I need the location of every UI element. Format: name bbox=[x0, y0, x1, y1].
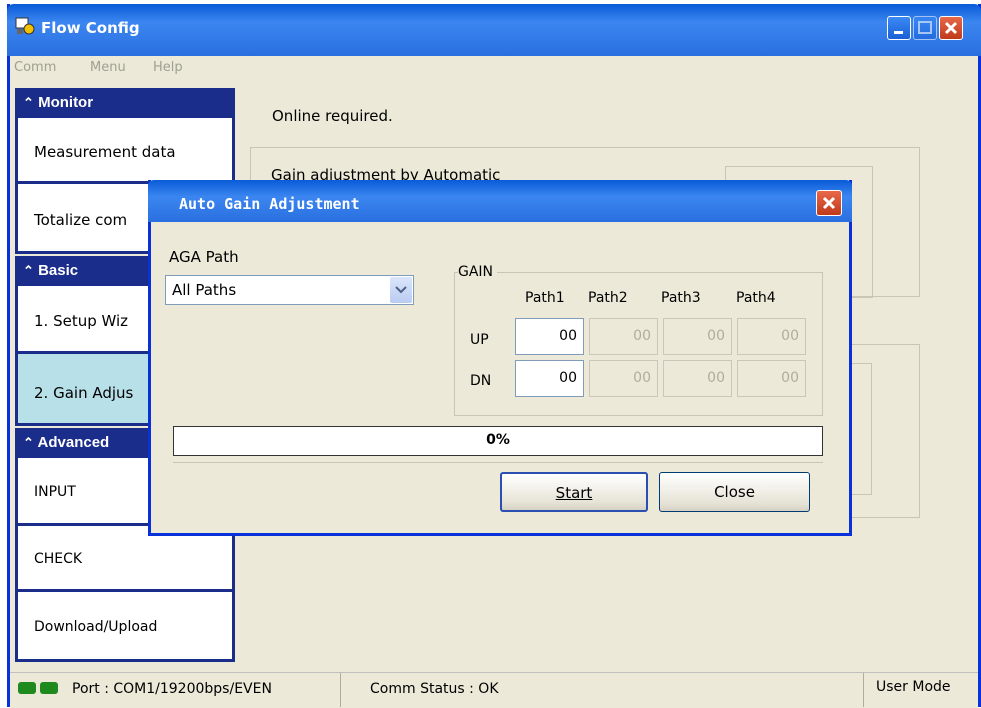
row-label-dn: DN bbox=[470, 373, 492, 389]
aga-path-label: AGA Path bbox=[169, 248, 239, 266]
progress-text: 0% bbox=[486, 432, 510, 448]
column-header: Path2 bbox=[588, 290, 628, 306]
dialog-close-icon[interactable] bbox=[816, 190, 842, 216]
gain-up-path4-field: 00 bbox=[737, 318, 806, 355]
sidebar-item-label: 1. Setup Wiz bbox=[34, 312, 129, 330]
status-led-icon bbox=[18, 682, 36, 694]
sidebar-item-label: 2. Gain Adjus bbox=[34, 384, 134, 402]
column-header: Path4 bbox=[736, 290, 776, 306]
collapse-icon: ⌃ bbox=[23, 435, 34, 450]
gain-dn-path1-field[interactable]: 00 bbox=[515, 360, 584, 397]
gain-up-path2-field: 00 bbox=[589, 318, 658, 355]
gain-dn-path4-field: 00 bbox=[737, 360, 806, 397]
minimize-icon[interactable] bbox=[887, 16, 911, 40]
sidebar-item-download-upload[interactable]: Download/Upload bbox=[15, 592, 235, 662]
collapse-icon: ⌃ bbox=[23, 95, 34, 110]
sidebar-item-label: Measurement data bbox=[34, 143, 176, 161]
section-title: Advanced bbox=[37, 434, 110, 451]
dialog-title-bar[interactable]: Auto Gain Adjustment bbox=[148, 180, 852, 222]
online-required-message: Online required. bbox=[272, 107, 393, 125]
user-mode: User Mode bbox=[876, 679, 951, 695]
menu-comm[interactable]: Comm bbox=[14, 60, 56, 75]
sidebar-item-measurement-data[interactable]: Measurement data bbox=[15, 118, 235, 184]
menu-menu[interactable]: Menu bbox=[90, 60, 126, 75]
close-icon[interactable] bbox=[939, 16, 963, 40]
aga-path-select[interactable]: All Paths bbox=[165, 275, 414, 305]
sidebar-item-label: CHECK bbox=[34, 551, 83, 567]
maximize-icon[interactable] bbox=[913, 16, 937, 40]
gain-up-path3-field: 00 bbox=[663, 318, 732, 355]
button-label: Close bbox=[714, 483, 755, 501]
close-button[interactable]: Close bbox=[659, 472, 810, 512]
select-value: All Paths bbox=[172, 281, 237, 299]
sidebar-item-label: Totalize com bbox=[34, 211, 128, 229]
app-icon bbox=[15, 17, 35, 35]
port-status: Port : COM1/19200bps/EVEN bbox=[72, 681, 272, 697]
progress-bar: 0% bbox=[173, 426, 823, 456]
collapse-icon: ⌃ bbox=[23, 263, 34, 278]
sidebar-item-label: Download/Upload bbox=[34, 619, 158, 635]
button-label: Start bbox=[555, 484, 593, 502]
chevron-down-icon[interactable] bbox=[390, 277, 412, 303]
section-title: Monitor bbox=[38, 94, 94, 111]
gain-dn-path2-field: 00 bbox=[589, 360, 658, 397]
gain-dn-path3-field: 00 bbox=[663, 360, 732, 397]
auto-gain-dialog: AGA Path All Paths GAIN Path1 Path2 Path… bbox=[148, 180, 852, 536]
divider bbox=[173, 462, 823, 463]
window-title: Flow Config bbox=[41, 19, 140, 37]
section-title: Basic bbox=[38, 262, 79, 279]
column-header: Path3 bbox=[661, 290, 701, 306]
gain-label: GAIN bbox=[458, 264, 498, 280]
comm-status: Comm Status : OK bbox=[370, 681, 499, 697]
row-label-up: UP bbox=[470, 332, 489, 348]
menu-help[interactable]: Help bbox=[153, 60, 183, 75]
menu-bar: Comm Menu Help bbox=[10, 56, 978, 82]
dialog-title: Auto Gain Adjustment bbox=[179, 195, 360, 213]
gain-up-path1-field[interactable]: 00 bbox=[515, 318, 584, 355]
monitor-section-header[interactable]: ⌃ Monitor bbox=[15, 88, 235, 118]
sidebar-item-label: INPUT bbox=[34, 484, 76, 500]
column-header: Path1 bbox=[525, 290, 565, 306]
start-button[interactable]: Start bbox=[500, 472, 648, 512]
status-led-icon bbox=[40, 682, 58, 694]
title-bar[interactable]: Flow Config bbox=[7, 4, 981, 56]
